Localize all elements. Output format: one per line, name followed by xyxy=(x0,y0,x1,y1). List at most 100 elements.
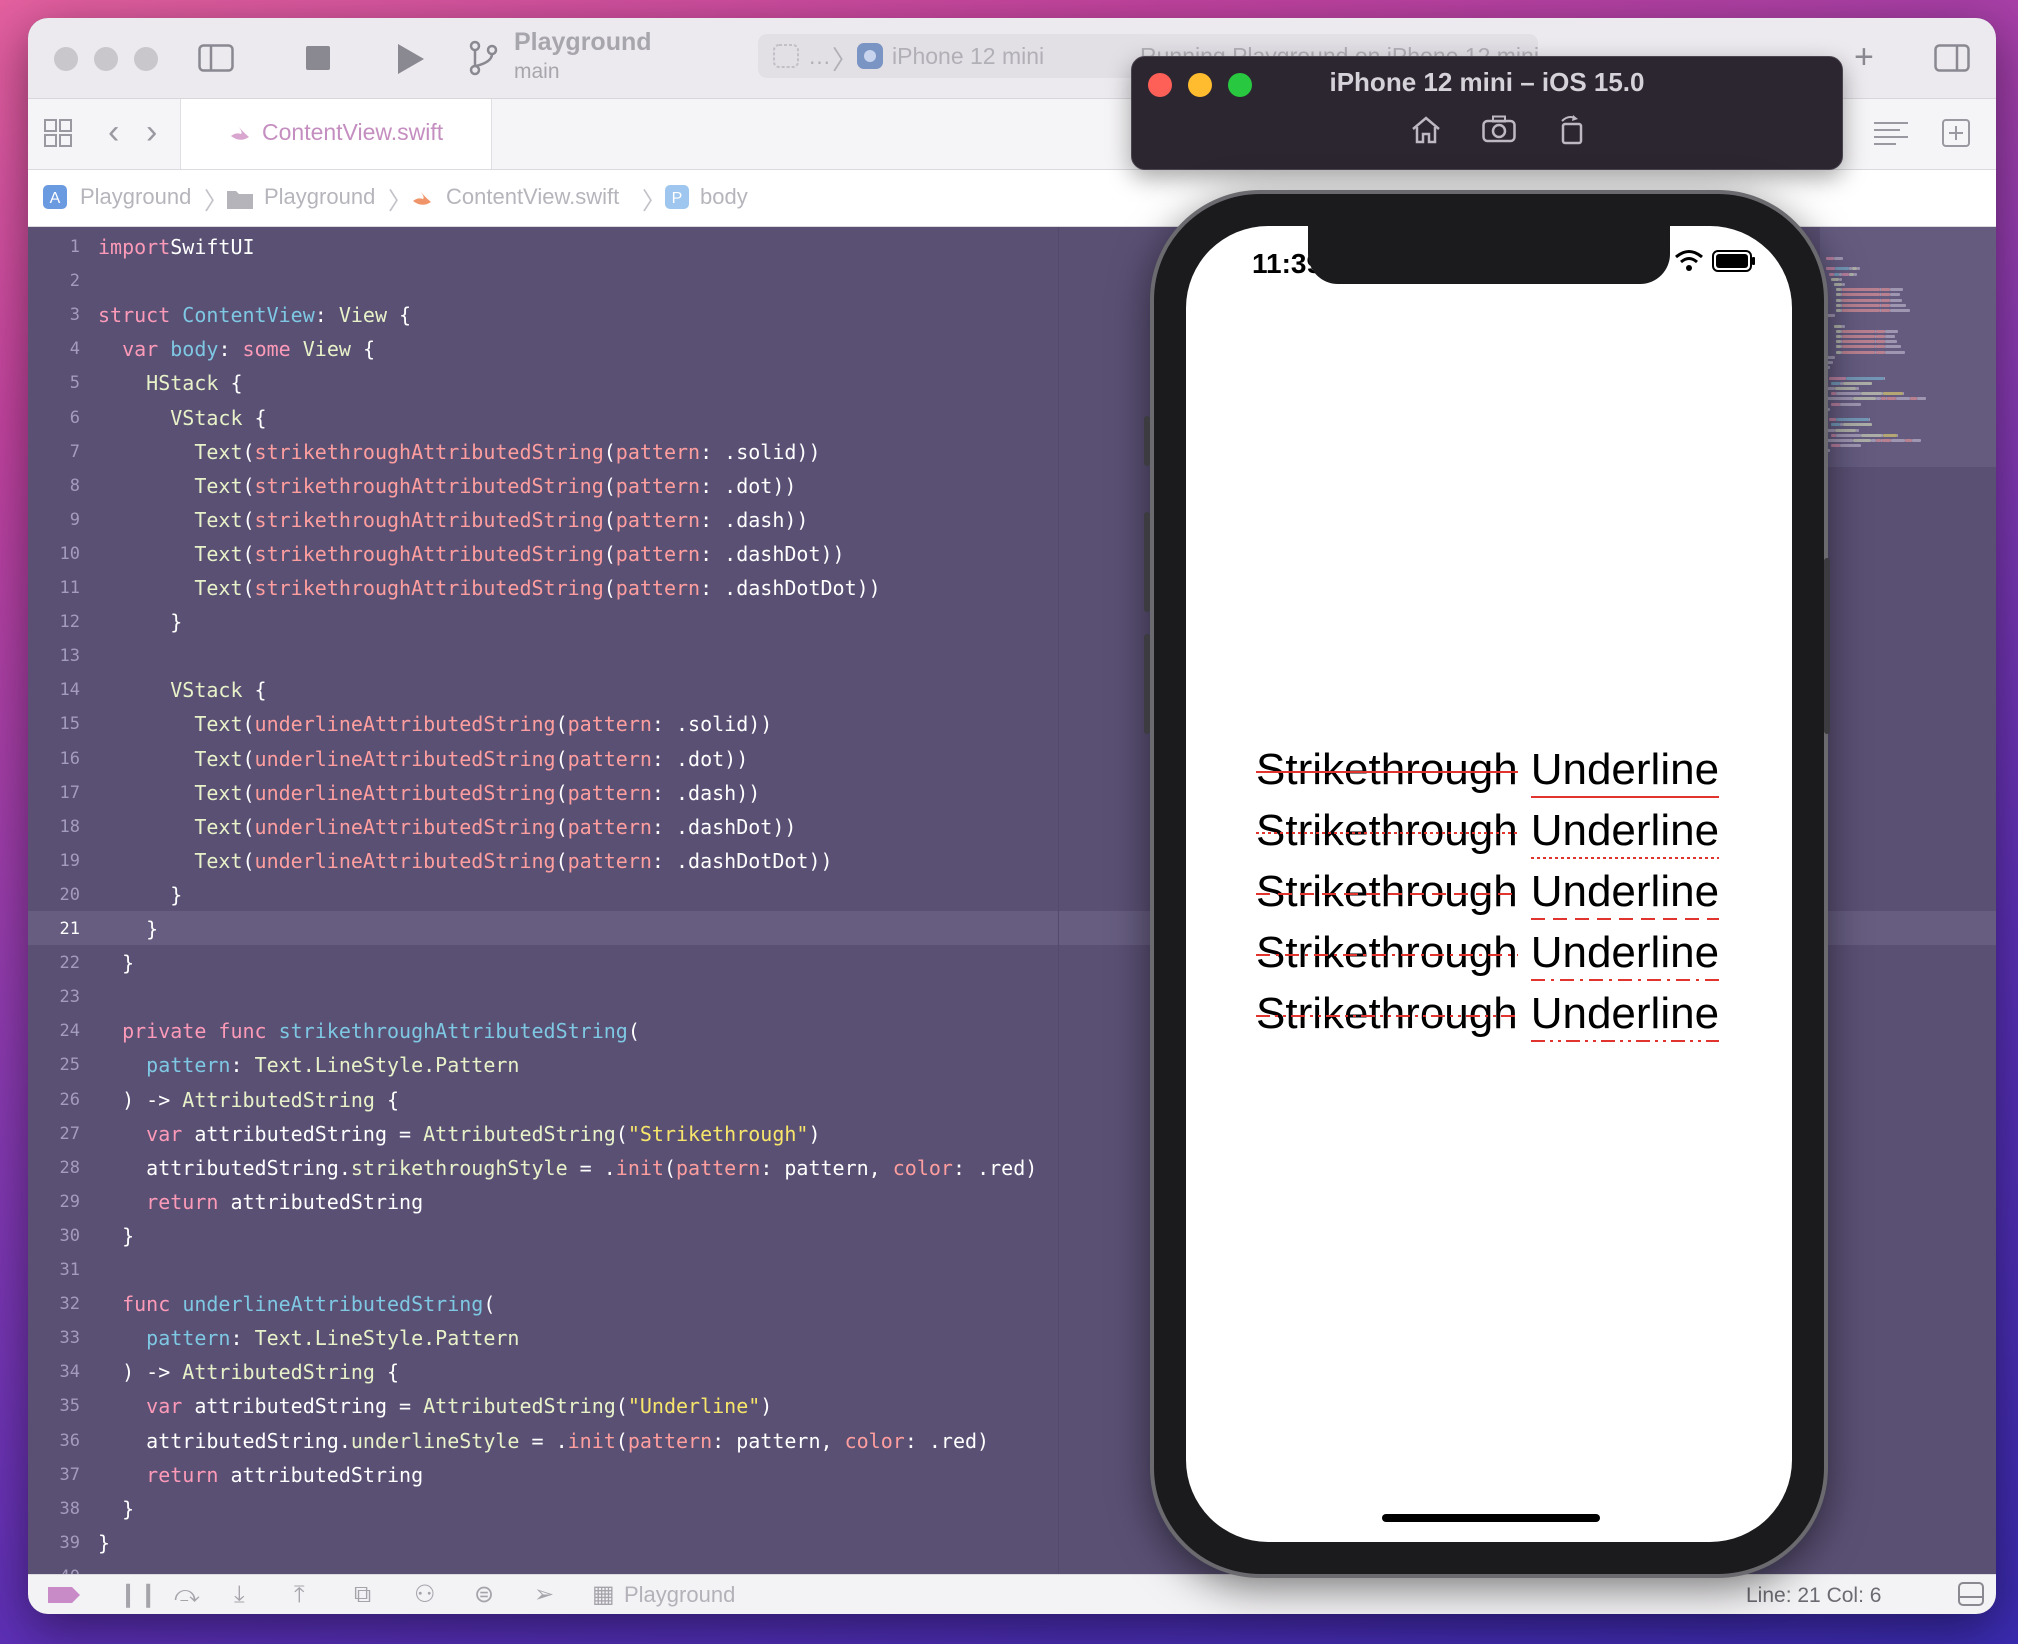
line-number[interactable]: 36 xyxy=(28,1431,80,1451)
line-number[interactable]: 16 xyxy=(28,749,80,769)
line-number[interactable]: 17 xyxy=(28,783,80,803)
code-line[interactable]: Text(strikethroughAttributedString(patte… xyxy=(98,440,820,464)
environment-icon[interactable]: ⊜ xyxy=(474,1582,494,1608)
line-number[interactable]: 39 xyxy=(28,1533,80,1553)
code-line[interactable]: Text(strikethroughAttributedString(patte… xyxy=(98,576,880,600)
line-number[interactable]: 3 xyxy=(28,305,80,325)
code-line[interactable]: } xyxy=(98,883,182,907)
code-line[interactable]: var attributedString = AttributedString(… xyxy=(98,1122,820,1146)
line-number[interactable]: 12 xyxy=(28,612,80,632)
back-icon[interactable]: ‹ xyxy=(108,115,119,149)
step-over-icon[interactable]: ⤼ xyxy=(174,1582,200,1608)
line-number[interactable]: 11 xyxy=(28,578,80,598)
code-line[interactable]: struct ContentView: View { xyxy=(98,303,411,327)
grid-icon[interactable] xyxy=(44,119,72,153)
line-number[interactable]: 22 xyxy=(28,953,80,973)
code-line[interactable]: HStack { xyxy=(98,371,242,395)
step-into-icon[interactable]: ⤓ xyxy=(234,1582,245,1608)
code-line[interactable]: } xyxy=(98,610,182,634)
code-line[interactable]: importSwiftUI xyxy=(98,235,255,259)
breakpoints-icon[interactable] xyxy=(48,1585,80,1611)
run-icon[interactable] xyxy=(396,44,424,80)
line-number[interactable]: 14 xyxy=(28,680,80,700)
line-number[interactable]: 25 xyxy=(28,1055,80,1075)
volume-up-button[interactable] xyxy=(1144,512,1150,612)
code-line[interactable]: Text(underlineAttributedString(pattern: … xyxy=(98,781,760,805)
line-number[interactable]: 13 xyxy=(28,646,80,666)
forward-icon[interactable]: › xyxy=(146,115,157,149)
screenshot-icon[interactable] xyxy=(1482,115,1516,149)
code-line[interactable]: func underlineAttributedString( xyxy=(98,1292,495,1316)
close-button[interactable] xyxy=(54,47,78,71)
line-number[interactable]: 9 xyxy=(28,510,80,530)
stop-icon[interactable] xyxy=(306,46,330,76)
code-line[interactable]: Text(strikethroughAttributedString(patte… xyxy=(98,508,808,532)
align-icon[interactable] xyxy=(1874,119,1908,153)
code-line[interactable]: attributedString.strikethroughStyle = .i… xyxy=(98,1156,1037,1180)
code-line[interactable]: pattern: Text.LineStyle.Pattern xyxy=(98,1326,519,1350)
code-line[interactable]: var attributedString = AttributedString(… xyxy=(98,1394,772,1418)
code-line[interactable]: } xyxy=(98,1497,134,1521)
line-number[interactable]: 37 xyxy=(28,1465,80,1485)
line-number[interactable]: 1 xyxy=(28,237,80,257)
line-number[interactable]: 24 xyxy=(28,1021,80,1041)
code-line[interactable]: Text(strikethroughAttributedString(patte… xyxy=(98,474,796,498)
code-line[interactable]: pattern: Text.LineStyle.Pattern xyxy=(98,1053,519,1077)
line-number[interactable]: 4 xyxy=(28,339,80,359)
volume-down-button[interactable] xyxy=(1144,634,1150,734)
sidebar-toggle-icon[interactable] xyxy=(198,44,234,78)
home-indicator[interactable] xyxy=(1382,1514,1600,1522)
code-line[interactable]: Text(strikethroughAttributedString(patte… xyxy=(98,542,844,566)
line-number[interactable]: 32 xyxy=(28,1294,80,1314)
line-number[interactable]: 20 xyxy=(28,885,80,905)
line-number[interactable]: 2 xyxy=(28,271,80,291)
inspector-toggle-icon[interactable] xyxy=(1934,44,1970,78)
add-icon[interactable]: + xyxy=(1854,40,1874,74)
code-line[interactable]: return attributedString xyxy=(98,1190,423,1214)
code-line[interactable]: } xyxy=(98,1531,110,1555)
line-number[interactable]: 33 xyxy=(28,1328,80,1348)
minimap[interactable] xyxy=(1820,227,1996,467)
line-number[interactable]: 23 xyxy=(28,987,80,1007)
code-line[interactable]: VStack { xyxy=(98,678,266,702)
code-line[interactable]: VStack { xyxy=(98,406,266,430)
location-icon[interactable]: ➢ xyxy=(534,1582,554,1608)
phone-screen[interactable]: 11:39 Strikethrough Underline Strikethroug… xyxy=(1186,226,1792,1542)
line-number[interactable]: 35 xyxy=(28,1396,80,1416)
code-line[interactable]: Text(underlineAttributedString(pattern: … xyxy=(98,747,748,771)
code-line[interactable]: attributedString.underlineStyle = .init(… xyxy=(98,1429,989,1453)
view-hierarchy-icon[interactable]: ⧉ xyxy=(354,1582,371,1608)
line-number[interactable]: 19 xyxy=(28,851,80,871)
line-number[interactable]: 30 xyxy=(28,1226,80,1246)
step-out-icon[interactable]: ⤒ xyxy=(294,1582,305,1608)
side-button[interactable] xyxy=(1824,558,1830,734)
line-number[interactable]: 5 xyxy=(28,373,80,393)
branch-icon[interactable] xyxy=(468,40,498,82)
breadcrumb-symbol[interactable]: body xyxy=(700,184,748,210)
line-number[interactable]: 29 xyxy=(28,1192,80,1212)
code-line[interactable]: Text(underlineAttributedString(pattern: … xyxy=(98,712,772,736)
line-number[interactable]: 10 xyxy=(28,544,80,564)
line-number[interactable]: 6 xyxy=(28,408,80,428)
minimize-button[interactable] xyxy=(94,47,118,71)
code-line[interactable]: ) -> AttributedString { xyxy=(98,1088,399,1112)
code-line[interactable]: private func strikethroughAttributedStri… xyxy=(98,1019,640,1043)
home-icon[interactable] xyxy=(1410,115,1442,151)
breadcrumb-group[interactable]: Playground xyxy=(264,184,375,210)
code-line[interactable]: var body: some View { xyxy=(98,337,375,361)
console-toggle-icon[interactable] xyxy=(1958,1582,1984,1612)
breadcrumb-project[interactable]: Playground xyxy=(80,184,191,210)
code-line[interactable]: } xyxy=(98,1224,134,1248)
code-line[interactable]: Text(underlineAttributedString(pattern: … xyxy=(98,815,796,839)
code-line[interactable]: return attributedString xyxy=(98,1463,423,1487)
code-line[interactable]: } xyxy=(98,951,134,975)
rotate-icon[interactable] xyxy=(1558,115,1586,151)
zoom-button[interactable] xyxy=(134,47,158,71)
line-number[interactable]: 15 xyxy=(28,714,80,734)
mute-switch[interactable] xyxy=(1144,416,1150,466)
pause-icon[interactable]: ❙❙ xyxy=(118,1582,158,1608)
line-number[interactable]: 27 xyxy=(28,1124,80,1144)
debug-target[interactable]: Playground xyxy=(624,1582,735,1608)
line-number[interactable]: 31 xyxy=(28,1260,80,1280)
line-number[interactable]: 18 xyxy=(28,817,80,837)
